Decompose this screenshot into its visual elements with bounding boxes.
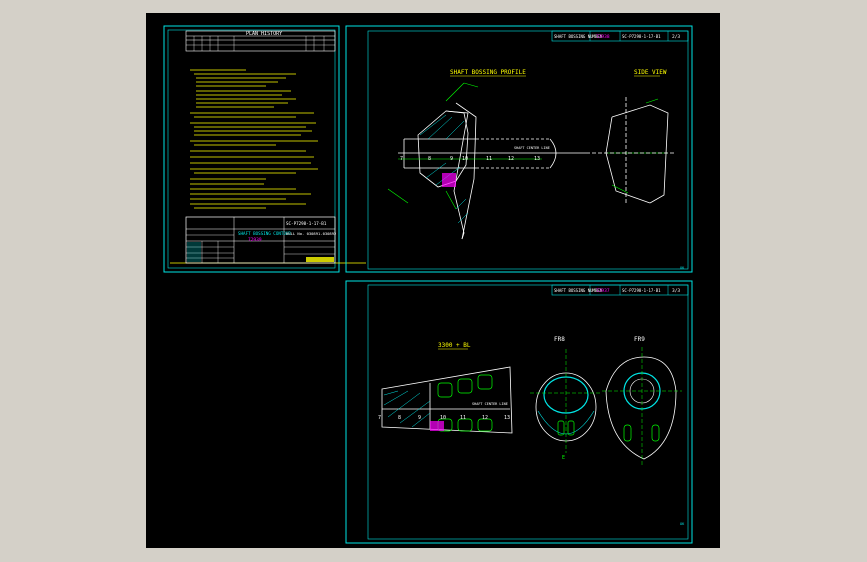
svg-text:9: 9 bbox=[450, 156, 453, 162]
bl-view-stations: 7 8 9 10 11 12 13 bbox=[378, 415, 510, 421]
fr8-center-label: E bbox=[562, 455, 565, 461]
fr8-view-title: FR8 bbox=[554, 336, 565, 343]
title-main: SHAFT BOSSING CONTOUR bbox=[238, 231, 291, 236]
drawing-canvas[interactable]: PLAN HISTORY SC-P7298-1-17-B1 SHAFT BOSS… bbox=[146, 13, 720, 548]
svg-text:OK: OK bbox=[680, 522, 685, 526]
fr8-section bbox=[530, 349, 602, 453]
svg-text:11: 11 bbox=[486, 156, 492, 162]
sheet-3-header-page: 3/3 bbox=[672, 288, 680, 294]
svg-text:10: 10 bbox=[462, 156, 468, 162]
svg-text:10: 10 bbox=[440, 415, 446, 421]
svg-text:13: 13 bbox=[534, 156, 540, 162]
sheet-2-header-page: 2/3 bbox=[672, 34, 680, 40]
sheet-1: PLAN HISTORY SC-P7298-1-17-B1 SHAFT BOSS… bbox=[163, 25, 366, 273]
fr9-section bbox=[602, 347, 682, 465]
sheet-3-header-id: 72937 bbox=[596, 288, 610, 294]
hull-number: HULL No. 030891-030892 bbox=[286, 231, 336, 236]
bl-center-note: SHAFT CENTER LINE bbox=[472, 402, 508, 406]
svg-text:8: 8 bbox=[398, 415, 401, 421]
bl-view-geometry bbox=[381, 366, 513, 434]
svg-text:12: 12 bbox=[482, 415, 488, 421]
plan-history-header: PLAN HISTORY bbox=[246, 31, 282, 37]
title-id: 72939 bbox=[248, 237, 262, 243]
fr9-view-title: FR9 bbox=[634, 336, 645, 343]
sheet-3-header-dwg: SC-P7298-1-17-B1 bbox=[622, 288, 661, 293]
sheet-2-header-dwg: SC-P7298-1-17-B1 bbox=[622, 34, 661, 39]
profile-center-note: SHAFT CENTER LINE bbox=[514, 146, 550, 150]
bl-view-title: 3300 + BL bbox=[438, 342, 471, 349]
profile-view-title: SHAFT BOSSING PROFILE bbox=[450, 69, 526, 76]
side-view-title: SIDE VIEW bbox=[634, 69, 667, 76]
side-view-geometry bbox=[586, 97, 676, 204]
sheet-2: SHAFT BOSSING NUMBER 72938 SC-P7298-1-17… bbox=[345, 25, 693, 273]
profile-geometry bbox=[398, 102, 586, 240]
sheet-3-border bbox=[345, 280, 693, 544]
svg-text:13: 13 bbox=[504, 415, 510, 421]
svg-text:8: 8 bbox=[428, 156, 431, 162]
sheet-2-header-id: 72938 bbox=[596, 34, 610, 40]
svg-text:12: 12 bbox=[508, 156, 514, 162]
svg-text:11: 11 bbox=[460, 415, 466, 421]
profile-hatch bbox=[419, 114, 469, 224]
cad-drawing: PLAN HISTORY SC-P7298-1-17-B1 SHAFT BOSS… bbox=[163, 25, 693, 544]
svg-text:OK: OK bbox=[680, 266, 685, 270]
title-dwg-number: SC-P7298-1-17-B1 bbox=[286, 221, 327, 226]
svg-text:9: 9 bbox=[418, 415, 421, 421]
svg-text:7: 7 bbox=[378, 415, 381, 421]
svg-text:7: 7 bbox=[400, 156, 403, 162]
sheet-3: SHAFT BOSSING NUMBER 72937 SC-P7298-1-17… bbox=[345, 280, 693, 544]
